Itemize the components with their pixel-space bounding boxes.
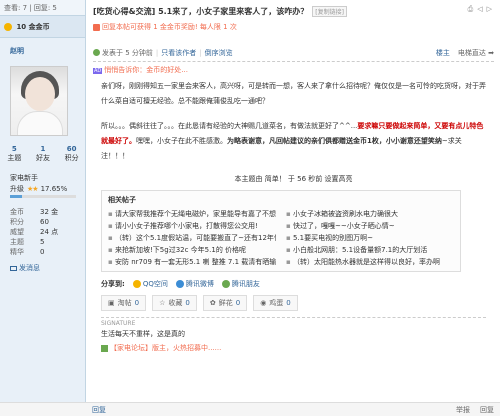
share-qzone[interactable]: QQ空间 [132, 279, 168, 289]
post-paragraph-2: 所以。。。偶斜往往了。。。在此恳请有经验的大神赐几道菜名，有做法就更好了^^..… [101, 122, 484, 160]
share-tencent-friends[interactable]: 腾讯朋友 [221, 279, 260, 289]
count-points[interactable]: 60 积分 [65, 145, 79, 163]
weibo-icon [175, 280, 184, 288]
online-status-icon [93, 49, 100, 56]
friends-icon [221, 280, 230, 288]
star-icon: ☆ [159, 299, 166, 307]
share-bar: 分享到: QQ空间 腾讯微博 腾讯朋友 [101, 279, 486, 289]
related-heading: 相关帖子 [108, 196, 136, 204]
count-friends[interactable]: 1 好友 [36, 145, 50, 163]
share-label: 分享到: [101, 280, 125, 288]
qzone-icon [132, 280, 141, 288]
signature-ad-link[interactable]: 【家电论坛】版主，火热招募中...... [101, 343, 486, 353]
envelope-icon [10, 265, 17, 271]
related-item[interactable]: 小女子冰箱被盗资刷水电力确很大 [286, 209, 454, 219]
jump-floor[interactable]: 电梯直达 ➡ [458, 44, 494, 61]
prev-icon[interactable]: ◁ [477, 5, 482, 14]
egg-button[interactable]: ◉ 鸡蛋 0 [253, 295, 298, 311]
flower-button[interactable]: ✿ 鲜花 0 [202, 295, 248, 311]
user-info-table: 金币 32 金 积分 60 威望 24 点 主题 5 精华 0 [10, 208, 59, 256]
post-content: 亲们呀，刚刚得知五一家里会来客人，高兴呀，可是转而一想，客人来了拿什么招待呢？俺… [101, 79, 486, 164]
level-label: 升级 [10, 185, 24, 193]
signature-text: 生活每天不重样，这是真的 [101, 330, 185, 338]
ad-tag: AD [93, 68, 103, 74]
last-edit-note: 本主题由 简单！ 于 56 秒前 设置高亮 [234, 175, 353, 183]
star-icon: ★★ [27, 185, 39, 193]
bottom-toolbar: 回复 举报 回复 [0, 402, 500, 416]
level-progress: 升级 ★★ 17.65% [10, 184, 80, 198]
topic-stats: 查看: 7 | 回复: 5 [0, 0, 85, 16]
user-sidebar: 查看: 7 | 回复: 5 10 金金币 赵明 5 主题 1 好友 60 积分 … [0, 0, 86, 416]
post-actions: ▣ 淘帖 0 ☆ 收藏 0 ✿ 鲜花 0 ◉ 鸡蛋 0 [101, 295, 486, 311]
count-topics[interactable]: 5 主题 [7, 145, 21, 163]
related-item[interactable]: （转）这个5.1度假站温，可能要搬直了~还有12年保价 [108, 233, 276, 243]
page-title: [吃货心得&交流] 5.1来了，小女子家里来客人了，该咋办？ [93, 6, 309, 16]
coin-icon [4, 23, 12, 31]
copy-link-button[interactable]: [复制链接] [312, 5, 347, 17]
egg-icon: ◉ [260, 299, 267, 307]
taotie-icon: ▣ [108, 299, 115, 307]
next-icon[interactable]: ▷ [487, 5, 492, 14]
username-link[interactable]: 赵明 [0, 38, 85, 56]
coins-label: 10 金金币 [0, 16, 85, 38]
reply-link[interactable]: 回复 [92, 405, 106, 415]
flower-icon: ✿ [209, 299, 216, 307]
forum-icon [101, 344, 108, 352]
post-paragraph-1: 亲们呀，刚刚得知五一家里会来客人，高兴呀，可是转而一想，客人来了拿什么招待呢？俺… [101, 82, 486, 105]
related-item[interactable]: 请小小女子推荐哪个小家电，打散得您公交用! [108, 221, 276, 231]
only-author-link[interactable]: 只看该作者 [161, 44, 196, 61]
ad-link[interactable]: AD 悄悄告诉你：金币的好处... [93, 65, 494, 75]
avatar[interactable] [10, 66, 68, 136]
signature-divider: SIGNATURE [101, 317, 486, 327]
floor-label: 楼主 [435, 49, 450, 57]
nav-icons: ⎙ ◁ ▷ [468, 5, 492, 14]
posted-time: 发表于 5 分钟前 [102, 49, 153, 57]
level-bar [10, 195, 76, 198]
coins-text: 10 金金币 [16, 23, 50, 31]
share-tencent-weibo[interactable]: 腾讯微博 [175, 279, 214, 289]
related-item[interactable]: 安防 nr709 有一套无形5.1 喇 整推 7.1 载清有晒输出一个对 [108, 257, 276, 267]
send-message-link[interactable]: 发消息 [10, 263, 40, 273]
print-icon[interactable]: ⎙ [468, 5, 474, 14]
reward-notice: 回复本帖可获得 1 金金币奖励! 每人限 1 次 [87, 22, 500, 34]
related-posts: 相关帖子 请大家帮我推荐个无绳电磁炉，家里能导有嘉了不想抛掷电 小女子冰箱被盗资… [101, 190, 461, 272]
level-percent: 17.65% [40, 185, 68, 193]
post-main: [吃货心得&交流] 5.1来了，小女子家里来客人了，该咋办？ [复制链接] ⎙ … [87, 0, 500, 416]
related-item[interactable]: 5.1要买电视的别图万啊~ [286, 233, 454, 243]
related-item[interactable]: 来抢新加坡!下5g过32c 今年5.1的 价格呢 [108, 245, 276, 255]
reply-button[interactable]: 回复 [480, 405, 494, 415]
related-item[interactable]: 快过了，嘎嘎~~小女子晒心情~ [286, 221, 454, 231]
related-item[interactable]: （转）太阳能热水器就是这样得以良好，率办啊 [286, 257, 454, 267]
post-meta-bar: 发表于 5 分钟前 | 只看该作者 | 倒序浏览 楼主 电梯直达 ➡ [93, 44, 494, 62]
favorite-button[interactable]: ☆ 收藏 0 [152, 295, 197, 311]
reverse-order-link[interactable]: 倒序浏览 [205, 44, 233, 61]
user-counts: 5 主题 1 好友 60 积分 [0, 145, 86, 163]
related-item[interactable]: 小白般北网朋：5.1设备量额7.1的大厅划活 [286, 245, 454, 255]
taotie-button[interactable]: ▣ 淘帖 0 [101, 295, 147, 311]
user-rank[interactable]: 家电新手 [10, 173, 38, 183]
reward-icon [93, 23, 100, 31]
thread-title-bar: [吃货心得&交流] 5.1来了，小女子家里来客人了，该咋办？ [复制链接] [87, 0, 500, 22]
arrow-right-icon: ➡ [488, 49, 494, 57]
related-item[interactable]: 请大家帮我推荐个无绳电磁炉，家里能导有嘉了不想抛掷电 [108, 209, 276, 219]
report-link[interactable]: 举报 [456, 405, 470, 415]
